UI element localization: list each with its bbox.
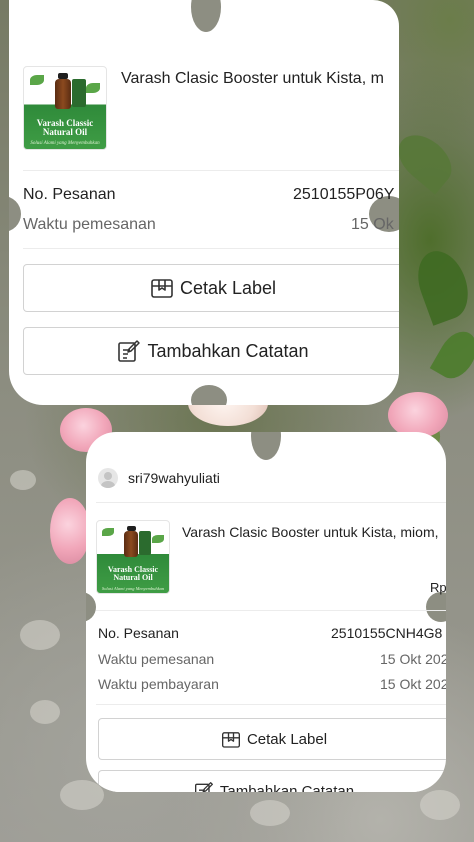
buyer-username[interactable]: sri79wahyuliati (128, 470, 220, 486)
product-image-tagline: Solusi Alami yang Menyembuhkan (101, 586, 165, 591)
order-time-value: 15 Okt 202 (380, 651, 446, 667)
order-card: sri79wahyuliati Varash Classic Natural O… (86, 432, 446, 792)
edit-note-icon (194, 782, 213, 792)
pebble-decor (420, 790, 460, 820)
product-image-label: Varash Classic Natural Oil (36, 118, 94, 138)
payment-time-label: Waktu pembayaran (98, 676, 219, 692)
order-card: Varash Classic Natural Oil Solusi Alami … (9, 0, 399, 405)
order-number-label: No. Pesanan (98, 625, 179, 641)
product-title[interactable]: Varash Clasic Booster untuk Kista, miom, (182, 524, 439, 540)
rose-decor (50, 498, 90, 564)
order-time-label: Waktu pemesanan (23, 216, 156, 233)
order-number-value: 2510155P06Y (293, 186, 395, 203)
order-time-value: 15 Ok (351, 216, 394, 233)
product-title[interactable]: Varash Clasic Booster untuk Kista, m (121, 70, 384, 88)
divider (23, 170, 399, 171)
divider (23, 248, 399, 249)
box-label-icon (151, 279, 173, 298)
payment-time-value: 15 Okt 202 (380, 676, 446, 692)
print-label-button[interactable]: Cetak Label (98, 718, 446, 760)
add-note-button[interactable]: Tambahkan Catatan (98, 770, 446, 792)
edit-note-icon (118, 340, 141, 362)
add-note-text: Tambahkan Catatan (219, 782, 355, 793)
add-note-button[interactable]: Tambahkan Catatan (23, 327, 399, 375)
pebble-decor (20, 620, 60, 650)
add-note-text: Tambahkan Catatan (147, 340, 309, 361)
divider (96, 502, 446, 503)
print-label-text: Cetak Label (179, 277, 277, 298)
product-image[interactable]: Varash Classic Natural Oil Solusi Alami … (96, 520, 170, 594)
product-image-label: Varash Classic Natural Oil (107, 565, 159, 583)
user-avatar-icon[interactable] (98, 468, 118, 488)
divider (96, 704, 446, 705)
product-image-tagline: Solusi Alami yang Menyembuhkan (30, 141, 100, 146)
order-number-value: 2510155CNH4G8 (331, 625, 443, 641)
pebble-decor (10, 470, 36, 490)
pebble-decor (250, 800, 290, 826)
print-label-button[interactable]: Cetak Label (23, 264, 399, 312)
print-label-text: Cetak Label (246, 730, 328, 748)
divider (96, 610, 446, 611)
product-price: Rp (430, 580, 446, 595)
pebble-decor (30, 700, 60, 724)
product-image[interactable]: Varash Classic Natural Oil Solusi Alami … (23, 66, 107, 150)
order-number-label: No. Pesanan (23, 186, 116, 203)
box-label-icon (221, 731, 240, 748)
order-time-label: Waktu pemesanan (98, 651, 215, 667)
